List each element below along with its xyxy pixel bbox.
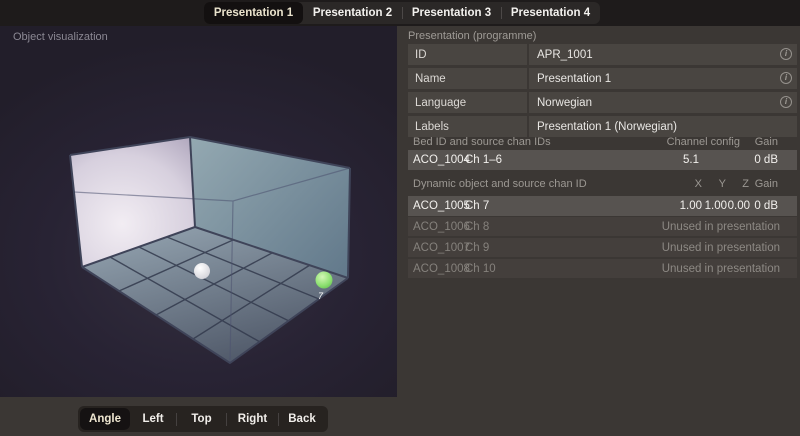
object-id: ACO_1005	[413, 200, 470, 212]
audio-object-ch7-sphere[interactable]	[316, 272, 333, 289]
presentation-tab-bar: Presentation 1 Presentation 2 Presentati…	[0, 0, 800, 26]
object-channel: Ch 8	[465, 221, 489, 233]
bed-section-header: Bed ID and source chan IDs Channel confi…	[408, 135, 797, 151]
property-label: ID	[408, 44, 527, 65]
tab-divider	[501, 7, 502, 19]
view-button-top[interactable]: Top	[177, 408, 226, 430]
object-row-aco-1006[interactable]: ACO_1006 Ch 8 Unused in presentation	[408, 217, 797, 236]
property-label: Name	[408, 68, 527, 89]
object-status: Unused in presentation	[662, 242, 780, 254]
x-column-header: X	[695, 178, 702, 190]
property-value-text: Presentation 1	[537, 73, 611, 85]
object-status: Unused in presentation	[662, 263, 780, 275]
presentation-segmented-control: Presentation 1 Presentation 2 Presentati…	[204, 2, 600, 24]
presentation-panel: Presentation (programme) ID APR_1001 i N…	[397, 26, 800, 436]
property-label: Labels	[408, 116, 527, 137]
room-3d-view[interactable]: 7	[0, 26, 397, 397]
property-value-text: Norwegian	[537, 97, 592, 109]
property-value[interactable]: Presentation 1 (Norwegian)	[529, 116, 797, 137]
gain-column-header: Gain	[755, 136, 778, 148]
bed-header-label: Bed ID and source chan IDs	[413, 136, 551, 148]
info-icon[interactable]: i	[780, 72, 792, 84]
view-buttons-bar: Angle Left Top Right Back	[78, 406, 328, 432]
audio-object-bed-sphere[interactable]	[194, 263, 210, 279]
object-id: ACO_1007	[413, 242, 470, 254]
channel-config-column-header: Channel config	[667, 136, 740, 148]
object-channel: Ch 10	[465, 263, 496, 275]
tab-presentation-1[interactable]: Presentation 1	[204, 2, 303, 24]
gain-column-header: Gain	[755, 178, 778, 190]
object-visualization-panel: Object visualization	[0, 26, 397, 397]
info-icon[interactable]: i	[780, 48, 792, 60]
object-gain: 0 dB	[754, 200, 778, 212]
bed-gain: 0 dB	[754, 154, 778, 166]
object-row-aco-1007[interactable]: ACO_1007 Ch 9 Unused in presentation	[408, 238, 797, 257]
view-button-right[interactable]: Right	[227, 408, 278, 430]
object-y: 1.00	[705, 200, 727, 212]
object-id: ACO_1006	[413, 221, 470, 233]
y-column-header: Y	[719, 178, 726, 190]
object-section-header: Dynamic object and source chan ID X Y Z …	[408, 177, 797, 193]
object-x: 1.00	[680, 200, 702, 212]
object-channel: Ch 9	[465, 242, 489, 254]
object-row-aco-1008[interactable]: ACO_1008 Ch 10 Unused in presentation	[408, 259, 797, 278]
property-value[interactable]: Norwegian i	[529, 92, 797, 113]
info-icon[interactable]: i	[780, 96, 792, 108]
panel-title: Presentation (programme)	[408, 30, 536, 42]
z-column-header: Z	[742, 178, 749, 190]
property-label: Language	[408, 92, 527, 113]
object-channel: Ch 7	[465, 200, 489, 212]
object-row-aco-1005[interactable]: ACO_1005 Ch 7 1.00 1.00 0.00 0 dB	[408, 196, 797, 216]
object-header-label: Dynamic object and source chan ID	[413, 178, 587, 190]
bed-row-aco-1004[interactable]: ACO_1004 Ch 1–6 5.1 0 dB	[408, 150, 797, 170]
property-value[interactable]: Presentation 1 i	[529, 68, 797, 89]
object-status: Unused in presentation	[662, 221, 780, 233]
view-button-left[interactable]: Left	[130, 408, 176, 430]
bed-channel-config: 5.1	[683, 154, 699, 166]
tab-presentation-4[interactable]: Presentation 4	[501, 2, 600, 24]
object-z: 0.00	[728, 200, 750, 212]
tab-presentation-2[interactable]: Presentation 2	[303, 2, 402, 24]
property-value-text: APR_1001	[537, 49, 593, 61]
tab-divider	[402, 7, 403, 19]
tab-presentation-3[interactable]: Presentation 3	[402, 2, 501, 24]
bed-channels: Ch 1–6	[465, 154, 502, 166]
property-value[interactable]: APR_1001 i	[529, 44, 797, 65]
object-id: ACO_1008	[413, 263, 470, 275]
app-window: Presentation 1 Presentation 2 Presentati…	[0, 0, 800, 436]
property-value-text: Presentation 1 (Norwegian)	[537, 121, 677, 133]
bed-id: ACO_1004	[413, 154, 470, 166]
view-button-back[interactable]: Back	[279, 408, 325, 430]
view-button-angle[interactable]: Angle	[80, 408, 130, 430]
